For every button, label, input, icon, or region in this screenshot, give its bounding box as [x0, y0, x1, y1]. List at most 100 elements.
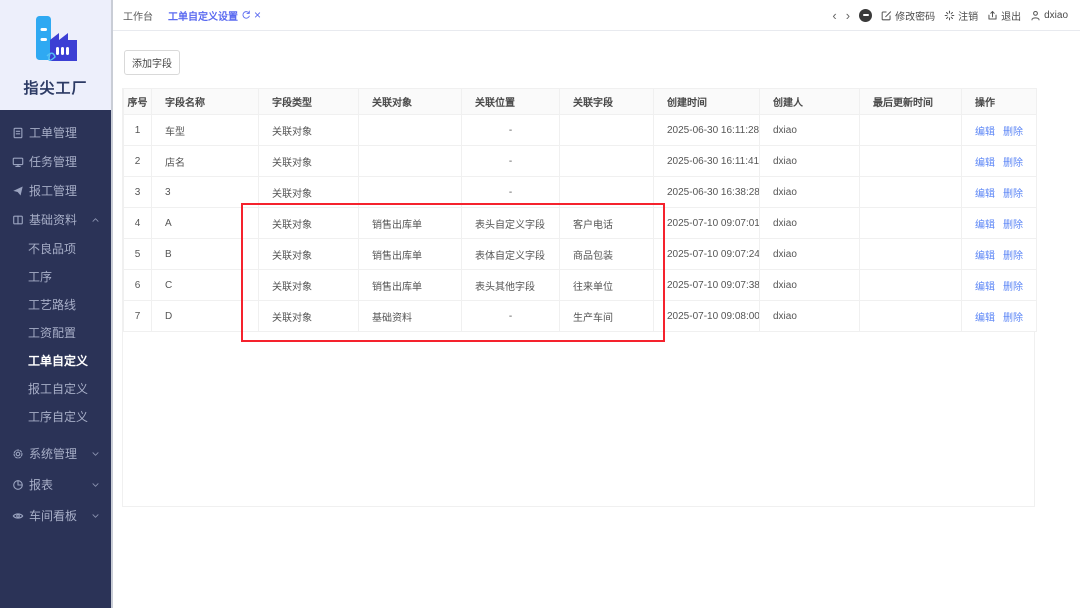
cell-related-position: 表头其他字段: [461, 269, 560, 301]
edit-link[interactable]: 编辑: [975, 189, 995, 200]
sidebar-item-work-order-custom[interactable]: 工单自定义: [0, 346, 111, 374]
logout-session-button[interactable]: 注销: [944, 8, 978, 23]
sidebar-item-workshop-board[interactable]: 车间看板: [0, 500, 111, 531]
cell-related-field: [559, 176, 654, 208]
sidebar-item-system-mgmt[interactable]: 系统管理: [0, 438, 111, 469]
col-header-related-object: 关联对象: [358, 88, 462, 115]
sidebar-item-process-custom[interactable]: 工序自定义: [0, 402, 111, 430]
sidebar-item-label: 工单管理: [29, 126, 78, 140]
cell-related-field: [559, 114, 654, 146]
col-header-related-position: 关联位置: [461, 88, 560, 115]
cell-related-position: -: [461, 300, 560, 332]
delete-link[interactable]: 删除: [1003, 282, 1023, 293]
cell-actions: 编辑 删除: [961, 145, 1037, 177]
delete-link[interactable]: 删除: [1003, 189, 1023, 200]
user-menu[interactable]: dxiao: [1030, 10, 1068, 21]
edit-link[interactable]: 编辑: [975, 158, 995, 169]
cell-related-field: [559, 145, 654, 177]
cell-field-name: A: [151, 207, 259, 239]
cell-actions: 编辑 删除: [961, 300, 1037, 332]
cell-creator: dxiao: [759, 207, 860, 239]
sidebar-item-work-order-mgmt[interactable]: 工单管理: [0, 118, 111, 147]
sidebar-item-label: 报表: [29, 478, 54, 492]
cell-related-object: [358, 176, 462, 208]
cell-field-type: 关联对象: [258, 207, 359, 239]
sidebar-item-label: 工单自定义: [28, 353, 89, 368]
topbar: 工作台 工单自定义设置 × ‹ › 修改密码 注销 退出 dxiao: [113, 0, 1080, 31]
add-field-button[interactable]: 添加字段: [124, 50, 180, 75]
delete-link[interactable]: 删除: [1003, 220, 1023, 231]
factory-logo-icon: [30, 14, 82, 71]
close-icon[interactable]: ×: [254, 9, 261, 21]
cell-related-field: 往来单位: [559, 269, 654, 301]
cell-related-position: 表体自定义字段: [461, 238, 560, 270]
cell-related-object: 销售出库单: [358, 207, 462, 239]
monitor-icon: [12, 156, 24, 168]
cell-creator: dxiao: [759, 114, 860, 146]
sidebar-item-process[interactable]: 工序: [0, 262, 111, 290]
logo-block: 指尖工厂: [0, 0, 111, 110]
delete-link[interactable]: 删除: [1003, 313, 1023, 324]
edit-link[interactable]: 编辑: [975, 127, 995, 138]
cell-related-position: -: [461, 114, 560, 146]
cell-updated-at: [859, 207, 962, 239]
cell-related-field: 生产车间: [559, 300, 654, 332]
minus-circle-icon[interactable]: [859, 8, 873, 22]
edit-link[interactable]: 编辑: [975, 251, 995, 262]
cell-created-at: 2025-06-30 16:11:28: [653, 114, 760, 146]
sidebar-item-defect-items[interactable]: 不良品项: [0, 234, 111, 262]
table-row: 7 D 关联对象 基础资料 - 生产车间 2025-07-10 09:08:00…: [123, 300, 1037, 332]
col-header-actions: 操作: [961, 88, 1037, 115]
edit-icon: [881, 10, 892, 21]
cell-actions: 编辑 删除: [961, 207, 1037, 239]
col-header-created-at: 创建时间: [653, 88, 760, 115]
sidebar-item-task-mgmt[interactable]: 任务管理: [0, 147, 111, 176]
chevron-right-icon[interactable]: ›: [846, 9, 850, 22]
delete-link[interactable]: 删除: [1003, 251, 1023, 262]
table-row: 2 店名 关联对象 - 2025-06-30 16:11:41 dxiao 编辑…: [123, 145, 1037, 177]
sidebar-item-basic-data[interactable]: 基础资料: [0, 205, 111, 234]
tab-workbench[interactable]: 工作台: [123, 8, 153, 23]
sidebar-nav: 工单管理 任务管理 报工管理 基础资料 不良品项 工序 工艺路线 工资配置 工单…: [0, 110, 111, 531]
edit-link[interactable]: 编辑: [975, 313, 995, 324]
cell-seq: 4: [123, 207, 152, 239]
sidebar-item-process-route[interactable]: 工艺路线: [0, 290, 111, 318]
table-row: 4 A 关联对象 销售出库单 表头自定义字段 客户电话 2025-07-10 0…: [123, 207, 1037, 239]
sidebar-item-reports[interactable]: 报表: [0, 469, 111, 500]
exit-button[interactable]: 退出: [987, 8, 1021, 23]
user-icon: [1030, 10, 1041, 21]
col-header-field-type: 字段类型: [258, 88, 359, 115]
change-password-label: 修改密码: [895, 11, 936, 23]
sidebar: 指尖工厂 工单管理 任务管理 报工管理 基础资料 不良品项 工序 工艺路线 工资…: [0, 0, 111, 608]
chevron-left-icon[interactable]: ‹: [832, 9, 836, 22]
table-row: 5 B 关联对象 销售出库单 表体自定义字段 商品包装 2025-07-10 0…: [123, 238, 1037, 270]
col-header-related-field: 关联字段: [559, 88, 654, 115]
cell-updated-at: [859, 300, 962, 332]
sidebar-item-report-work-mgmt[interactable]: 报工管理: [0, 176, 111, 205]
table-header-row: 序号 字段名称 字段类型 关联对象 关联位置 关联字段 创建时间 创建人 最后更…: [123, 88, 1037, 115]
chevron-down-icon: [91, 511, 100, 520]
cell-related-object: 销售出库单: [358, 238, 462, 270]
edit-link[interactable]: 编辑: [975, 220, 995, 231]
username-label: dxiao: [1044, 9, 1068, 21]
delete-link[interactable]: 删除: [1003, 127, 1023, 138]
refresh-icon[interactable]: [241, 10, 251, 20]
cell-updated-at: [859, 145, 962, 177]
gear-icon: [12, 448, 24, 460]
exit-icon: [987, 10, 998, 21]
cell-field-type: 关联对象: [258, 114, 359, 146]
change-password-button[interactable]: 修改密码: [881, 8, 935, 23]
cell-field-name: C: [151, 269, 259, 301]
pie-chart-icon: [12, 479, 24, 491]
edit-link[interactable]: 编辑: [975, 282, 995, 293]
cell-creator: dxiao: [759, 269, 860, 301]
cell-related-position: 表头自定义字段: [461, 207, 560, 239]
delete-link[interactable]: 删除: [1003, 158, 1023, 169]
tab-work-order-custom-settings[interactable]: 工单自定义设置 ×: [168, 8, 261, 23]
sidebar-item-label: 工资配置: [28, 325, 77, 340]
book-icon: [12, 214, 24, 226]
cell-field-type: 关联对象: [258, 300, 359, 332]
sidebar-item-report-work-custom[interactable]: 报工自定义: [0, 374, 111, 402]
sidebar-item-salary-config[interactable]: 工资配置: [0, 318, 111, 346]
table-row: 6 C 关联对象 销售出库单 表头其他字段 往来单位 2025-07-10 09…: [123, 269, 1037, 301]
